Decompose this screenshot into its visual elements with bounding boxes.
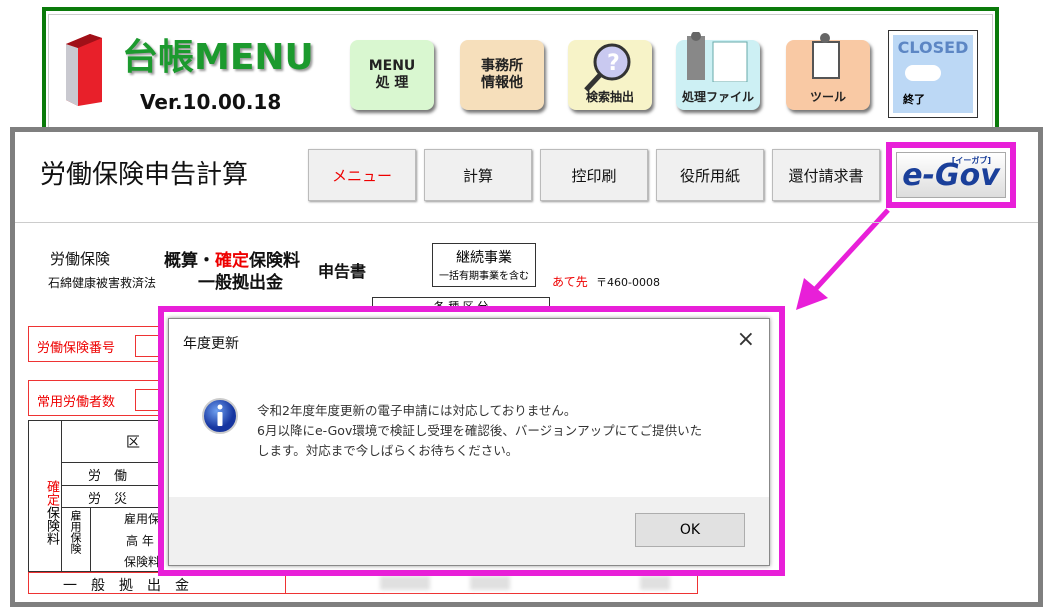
- office-form-button[interactable]: 役所用紙: [656, 149, 764, 201]
- app-title: 台帳MENU: [122, 37, 314, 78]
- row-line: [62, 507, 168, 508]
- page-title: 労働保険申告計算: [40, 160, 249, 190]
- labor-insurance-number-field: 労働保険番号: [28, 326, 175, 362]
- ok-button[interactable]: OK: [635, 513, 745, 547]
- message-line: 6月以降にe-Gov環境で検証し受理を確認後、バージョンアップにてご提供いた: [257, 423, 703, 438]
- svg-text:?: ?: [607, 51, 620, 76]
- form-title-2: 一般拠出金: [198, 273, 283, 293]
- refund-request-button[interactable]: 還付請求書: [772, 149, 880, 201]
- side-black: 保険料: [44, 505, 59, 545]
- button-label: 終了: [903, 93, 925, 106]
- row-labor: 労 働: [88, 469, 128, 484]
- business-type-box: 継続事業 一括有期事業を含む: [432, 243, 536, 287]
- closed-label: CLOSED: [897, 38, 969, 57]
- button-label: MENU 処 理: [368, 58, 416, 91]
- field-label: 常用労働者数: [37, 395, 116, 410]
- arrow-icon: [796, 208, 890, 310]
- row-line: [62, 485, 168, 486]
- button-label: 事務所 情報他: [481, 58, 523, 91]
- worker-count-field: 常用労働者数: [28, 380, 175, 416]
- egov-button[interactable]: e-Gov [イーガブ]: [896, 152, 1006, 198]
- address-label: あて先: [552, 275, 588, 289]
- col-line: [90, 507, 91, 572]
- general-contribution-label: 一 般 拠 出 金: [63, 578, 189, 594]
- calculate-button[interactable]: 計算: [424, 149, 532, 201]
- blurred-value: [470, 576, 510, 590]
- button-label: ツール: [809, 90, 846, 104]
- tools-button[interactable]: ツール: [786, 33, 870, 110]
- dialog-title: 年度更新: [183, 336, 239, 352]
- egov-sub: [イーガブ]: [951, 156, 991, 165]
- app-version: Ver.10.00.18: [140, 90, 282, 114]
- office-info-button[interactable]: 事務所 情報他: [460, 40, 544, 110]
- postal-code: 〒460-0008: [596, 276, 660, 289]
- button-label: 処理ファイル: [681, 90, 754, 104]
- row-employment: 雇用保: [124, 512, 161, 526]
- ledger-book-icon: [66, 34, 102, 106]
- message-dialog: 年度更新 × 令和2年度年度更新の電子申請には対応しておりません。 6月以降にe…: [168, 318, 770, 566]
- dialog-message: 令和2年度年度更新の電子申請には対応しておりません。 6月以降にe-Gov環境で…: [257, 401, 702, 461]
- close-icon[interactable]: ×: [737, 327, 755, 352]
- divider: [15, 222, 1038, 223]
- side-label: 確定保険料: [28, 420, 62, 572]
- egov-highlight: e-Gov [イーガブ]: [886, 142, 1016, 208]
- blurred-value: [380, 576, 430, 590]
- magnifier-icon: ?: [584, 43, 631, 92]
- process-file-button[interactable]: 処理ファイル: [676, 32, 760, 110]
- side-red: 確定: [44, 479, 59, 506]
- info-icon: [202, 398, 238, 434]
- box-line2: 一括有期事業を含む: [439, 271, 529, 282]
- field-label: 労働保険番号: [37, 341, 116, 356]
- blurred-value: [640, 576, 670, 590]
- menu-process-button[interactable]: MENU 処 理: [350, 40, 434, 110]
- col-line: [285, 573, 286, 593]
- message-line: します。対応まで今しばらくお待ちください。: [257, 443, 519, 458]
- header-kubun: 区: [126, 435, 140, 451]
- label-labor-insurance: 労働保険: [50, 250, 111, 268]
- box-line1: 継続事業: [456, 250, 512, 266]
- row-line: [62, 462, 168, 463]
- menu-button[interactable]: メニュー: [308, 149, 416, 201]
- closed-icon: [905, 65, 941, 81]
- row-premium: 保険料: [124, 555, 161, 569]
- closed-button[interactable]: CLOSED 終了: [888, 30, 978, 118]
- search-extract-button[interactable]: ? 検索抽出: [568, 40, 652, 110]
- message-line: 令和2年度年度更新の電子申請には対応しておりません。: [257, 403, 577, 418]
- print-copy-button[interactable]: 控印刷: [540, 149, 648, 201]
- employment-insurance-label: 雇用保険: [69, 510, 82, 554]
- row-elderly: 高 年: [126, 534, 154, 548]
- button-label: 検索抽出: [585, 90, 634, 104]
- file-icon: [687, 32, 748, 82]
- dialog-footer: OK: [169, 497, 769, 565]
- row-accident: 労 災: [88, 492, 128, 507]
- form-title-3: 申告書: [318, 262, 367, 281]
- tool-icon: [812, 33, 840, 79]
- label-asbestos-law: 石綿健康被害救済法: [48, 276, 157, 290]
